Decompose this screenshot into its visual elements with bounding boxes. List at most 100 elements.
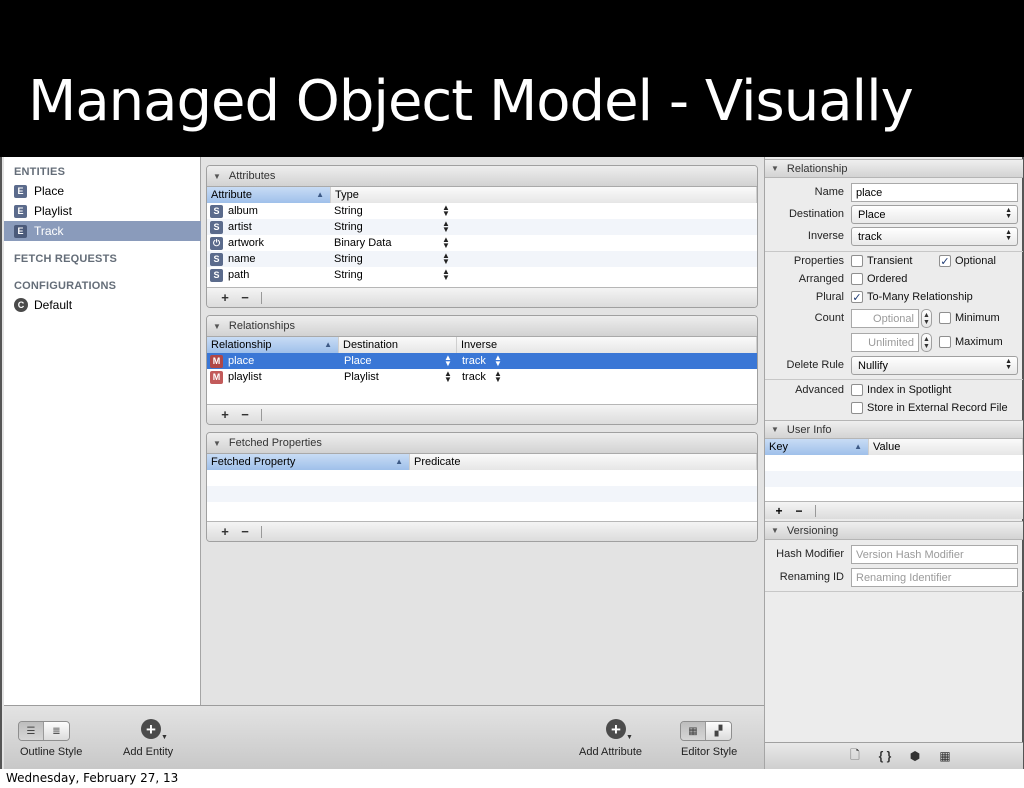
attributes-header[interactable]: ▼ Attributes (207, 166, 757, 187)
fetched-properties-header[interactable]: ▼ Fetched Properties (207, 433, 757, 454)
attribute-type[interactable]: String (334, 267, 442, 283)
popup-arrows-icon[interactable]: ▲ ▼ (444, 354, 452, 368)
hash-modifier-label: Hash Modifier (776, 548, 844, 560)
graph-style-icon[interactable]: ▞ (706, 722, 731, 740)
transient-checkbox[interactable] (851, 255, 863, 267)
file-icon[interactable]: 🗋 (845, 746, 865, 767)
sidebar-item-track[interactable]: E Track (4, 221, 201, 241)
external-record-checkbox[interactable] (851, 402, 863, 414)
table-row[interactable]: S path String ▲ ▼ (207, 267, 757, 283)
relationship-section-header[interactable]: ▼ Relationship (765, 159, 1023, 178)
disclosure-triangle-icon[interactable]: ▼ (213, 172, 221, 181)
chevron-down-icon[interactable]: ▼ (161, 734, 168, 741)
remove-relationship-button[interactable]: − (235, 407, 255, 422)
table-row[interactable] (207, 486, 757, 502)
add-entity-button[interactable]: + (141, 719, 161, 739)
hierarchy-view-icon[interactable]: ≣ (44, 722, 69, 740)
relationship-inverse[interactable]: track (462, 353, 494, 369)
relationship-destination[interactable]: Place (344, 353, 444, 369)
table-row[interactable] (207, 470, 757, 486)
arranged-label: Arranged (798, 273, 844, 285)
popup-arrows-icon[interactable]: ▲ ▼ (442, 220, 450, 234)
optional-checkbox[interactable]: ✓ (939, 255, 951, 268)
column-header-relationship[interactable]: Relationship ▲ (207, 337, 339, 353)
table-row[interactable]: S artist String ▲ ▼ (207, 219, 757, 235)
column-label: Inverse (461, 339, 498, 351)
column-header-value[interactable]: Value (869, 439, 1023, 455)
table-row[interactable]: ⏻ artwork Binary Data ▲ ▼ (207, 235, 757, 251)
sidebar-item-place[interactable]: E Place (4, 181, 201, 201)
attribute-type[interactable]: String (334, 219, 442, 235)
minimum-checkbox[interactable] (939, 312, 951, 324)
disclosure-triangle-icon[interactable]: ▼ (771, 526, 779, 535)
remove-user-info-button[interactable]: − (789, 504, 809, 518)
attribute-type[interactable]: String (334, 251, 442, 267)
popup-arrows-icon[interactable]: ▲ ▼ (442, 204, 450, 218)
disclosure-triangle-icon[interactable]: ▼ (771, 164, 779, 173)
disclosure-triangle-icon[interactable]: ▼ (213, 322, 221, 331)
ordered-checkbox[interactable] (851, 273, 863, 285)
sidebar-item-default[interactable]: C Default (4, 295, 201, 315)
cube-icon[interactable]: ⬢ (905, 749, 925, 763)
minimum-stepper[interactable]: ▲ ▼ (921, 309, 932, 328)
popup-arrows-icon: ▲ ▼ (1005, 207, 1012, 220)
add-user-info-button[interactable]: + (769, 504, 789, 518)
column-header-attribute[interactable]: Attribute ▲ (207, 187, 331, 203)
relationship-inverse[interactable]: track (462, 369, 494, 385)
editor-style-segmented-control[interactable]: ▦ ▞ (680, 721, 732, 741)
column-header-predicate[interactable]: Predicate (410, 454, 757, 470)
remove-attribute-button[interactable]: − (235, 290, 255, 305)
relationship-destination[interactable]: Playlist (344, 369, 444, 385)
index-spotlight-checkbox[interactable] (851, 384, 863, 396)
grid-icon[interactable]: ▦ (935, 749, 955, 763)
count-maximum-field[interactable]: Unlimited (851, 333, 919, 352)
chevron-down-icon[interactable]: ▼ (626, 734, 633, 741)
popup-arrows-icon[interactable]: ▲ ▼ (494, 370, 502, 384)
table-row[interactable] (765, 471, 1023, 487)
table-row[interactable]: M place Place ▲ ▼ track ▲ ▼ (207, 353, 757, 369)
disclosure-triangle-icon[interactable]: ▼ (771, 425, 779, 434)
braces-icon[interactable]: { } (875, 749, 895, 763)
column-header-key[interactable]: Key ▲ (765, 439, 869, 455)
column-header-destination[interactable]: Destination (339, 337, 457, 353)
popup-arrows-icon[interactable]: ▲ ▼ (442, 252, 450, 266)
sidebar-item-playlist[interactable]: E Playlist (4, 201, 201, 221)
delete-rule-popup[interactable]: Nullify ▲ ▼ (851, 356, 1018, 375)
relationships-header[interactable]: ▼ Relationships (207, 316, 757, 337)
destination-popup[interactable]: Place ▲ ▼ (851, 205, 1018, 224)
popup-arrows-icon[interactable]: ▲ ▼ (442, 268, 450, 282)
entities-heading: ENTITIES (14, 166, 66, 178)
outline-style-segmented-control[interactable]: ☰ ≣ (18, 721, 70, 741)
table-style-icon[interactable]: ▦ (681, 722, 706, 740)
to-many-checkbox[interactable]: ✓ (851, 291, 863, 304)
popup-arrows-icon[interactable]: ▲ ▼ (444, 370, 452, 384)
hash-modifier-field[interactable]: Version Hash Modifier (851, 545, 1018, 564)
renaming-id-field[interactable]: Renaming Identifier (851, 568, 1018, 587)
maximum-stepper[interactable]: ▲ ▼ (921, 333, 932, 352)
column-header-inverse[interactable]: Inverse (457, 337, 757, 353)
inverse-popup[interactable]: track ▲ ▼ (851, 227, 1018, 246)
column-header-type[interactable]: Type (331, 187, 757, 203)
attribute-type[interactable]: String (334, 203, 442, 219)
table-row[interactable]: S album String ▲ ▼ (207, 203, 757, 219)
divider (261, 291, 262, 304)
popup-arrows-icon[interactable]: ▲ ▼ (442, 236, 450, 250)
add-attribute-small-button[interactable]: + (215, 290, 235, 305)
add-relationship-button[interactable]: + (215, 407, 235, 422)
attribute-type[interactable]: Binary Data (334, 235, 442, 251)
popup-arrows-icon[interactable]: ▲ ▼ (494, 354, 502, 368)
disclosure-triangle-icon[interactable]: ▼ (213, 439, 221, 448)
name-field[interactable]: place (851, 183, 1018, 202)
add-fetched-property-button[interactable]: + (215, 524, 235, 539)
count-minimum-field[interactable]: Optional (851, 309, 919, 328)
remove-fetched-property-button[interactable]: − (235, 524, 255, 539)
maximum-checkbox[interactable] (939, 336, 951, 348)
table-row[interactable]: S name String ▲ ▼ (207, 251, 757, 267)
user-info-section-header[interactable]: ▼ User Info (765, 420, 1023, 439)
table-row[interactable]: M playlist Playlist ▲ ▼ track ▲ ▼ (207, 369, 757, 385)
list-view-icon[interactable]: ☰ (19, 722, 44, 740)
column-header-fetched-property[interactable]: Fetched Property ▲ (207, 454, 410, 470)
add-attribute-button[interactable]: + (606, 719, 626, 739)
versioning-section-header[interactable]: ▼ Versioning (765, 521, 1023, 540)
table-row[interactable] (765, 455, 1023, 471)
